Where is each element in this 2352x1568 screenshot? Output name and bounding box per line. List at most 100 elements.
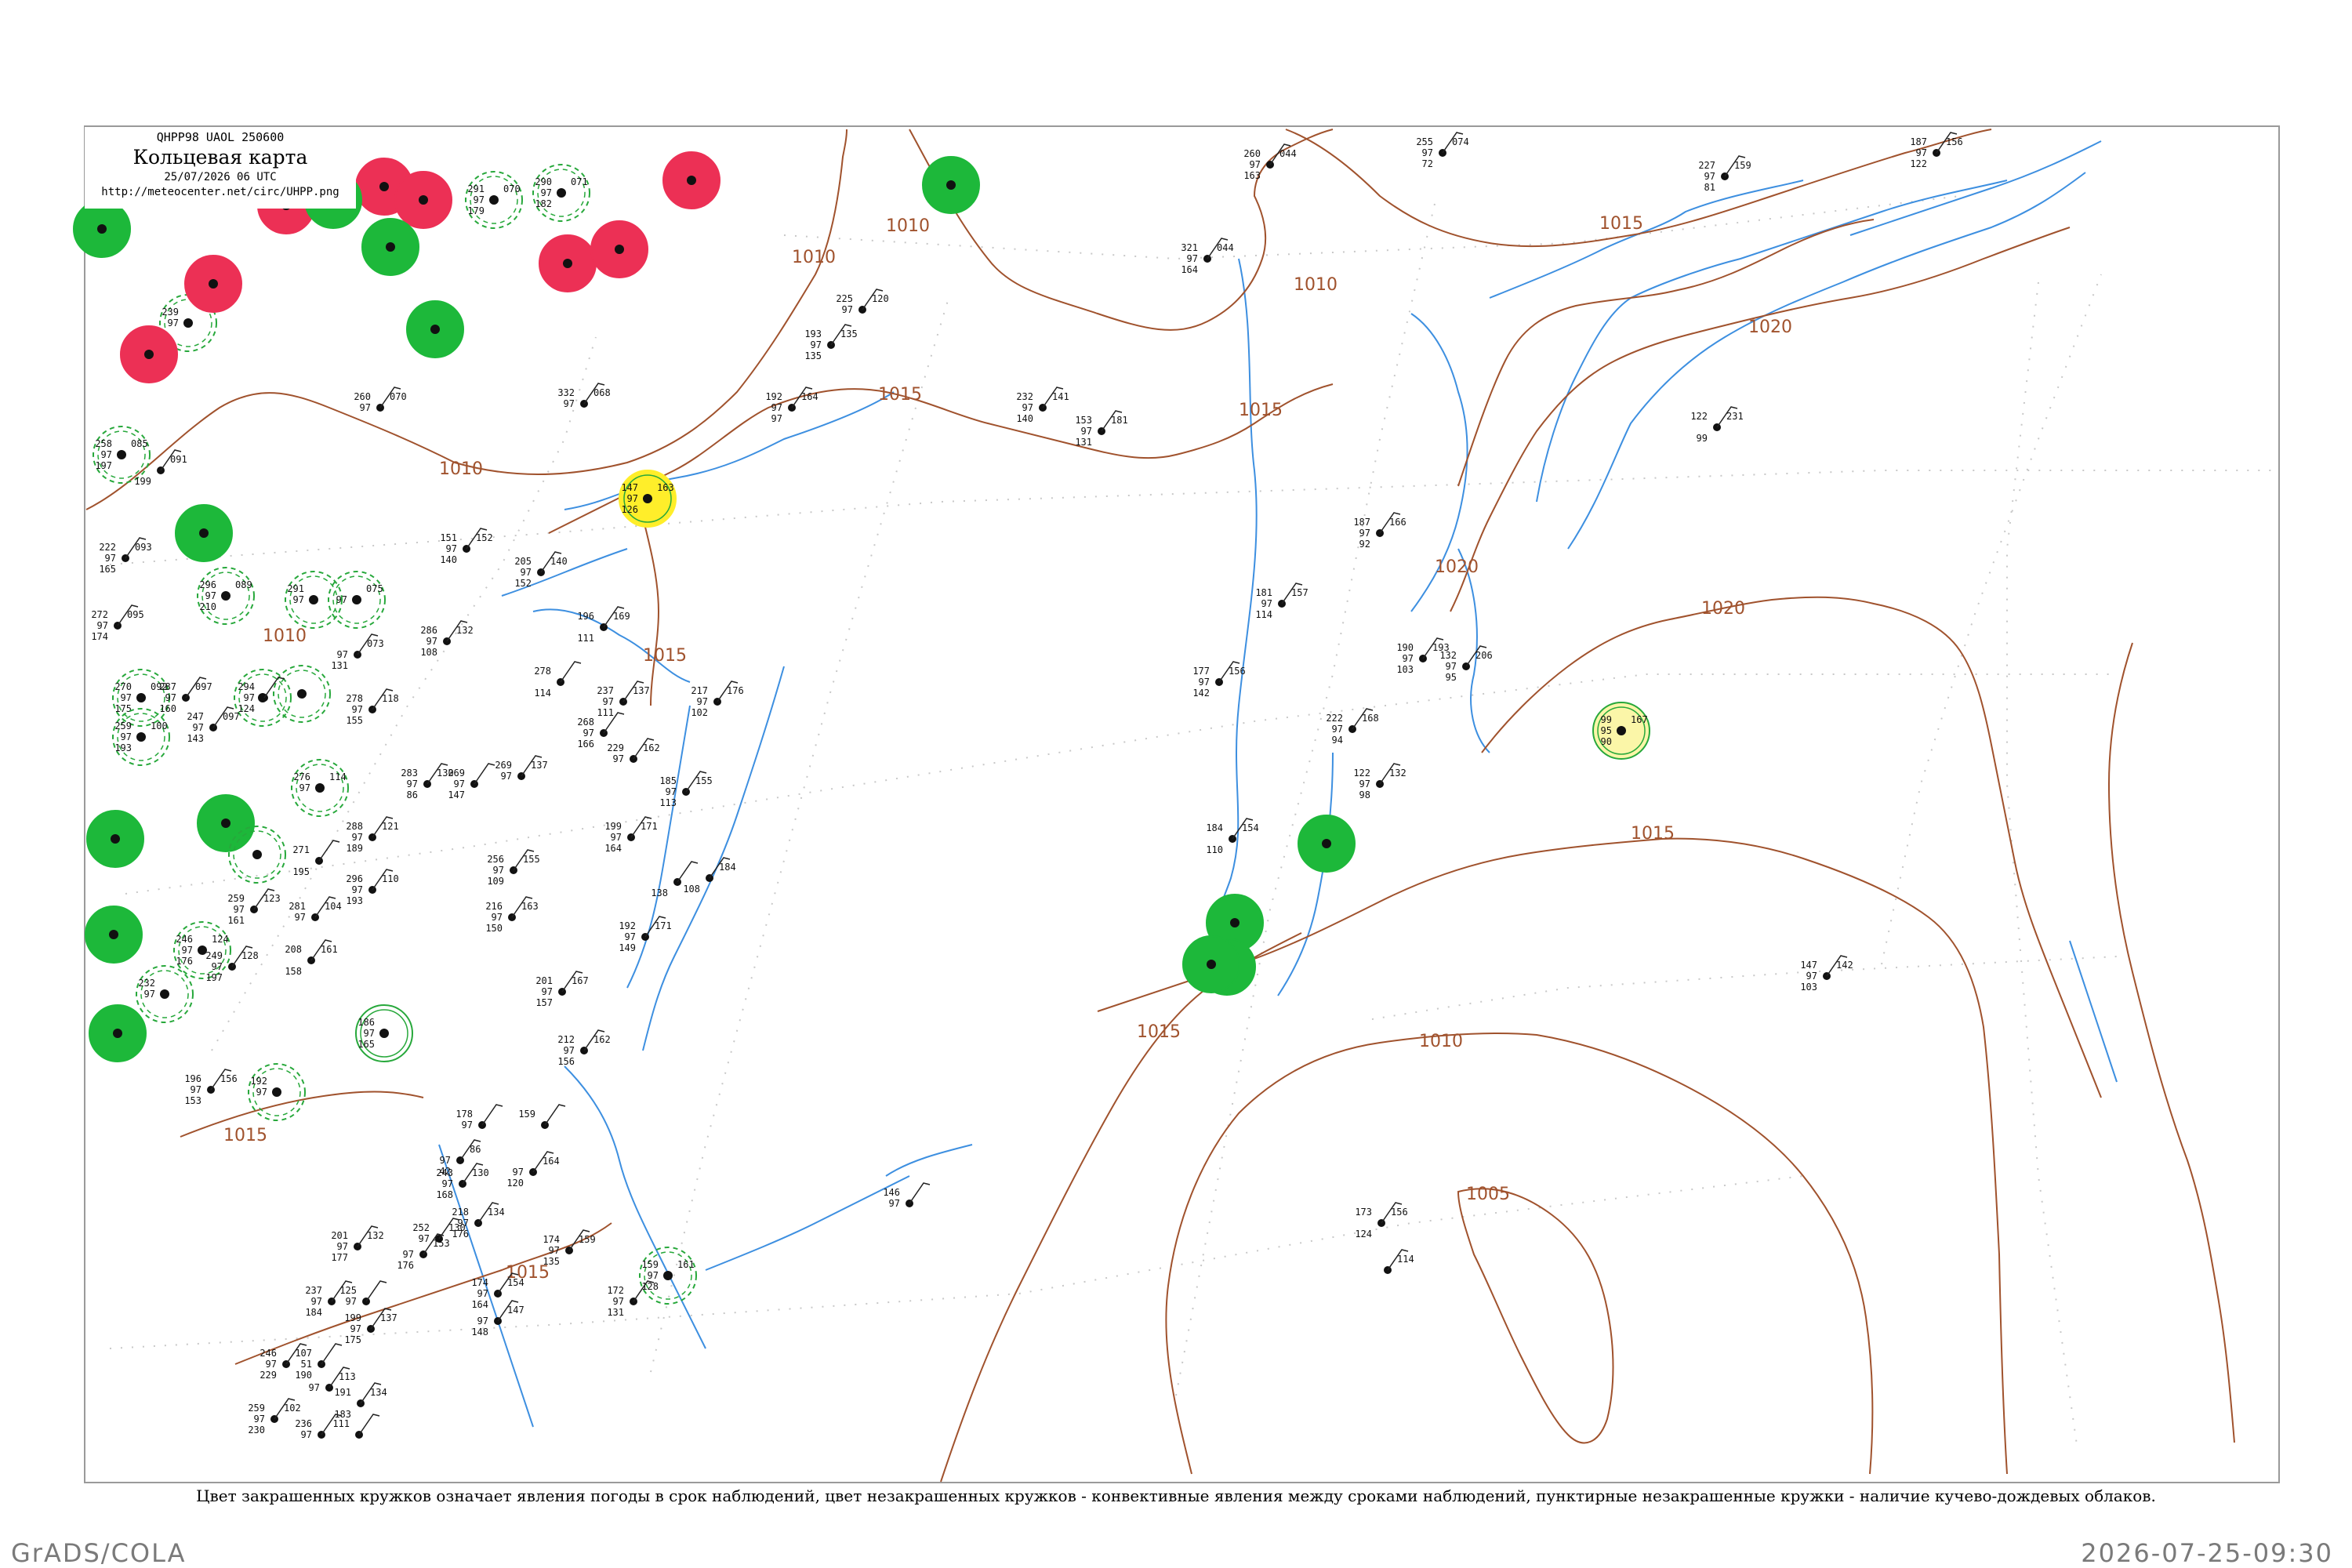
station-plot: 278 114 (534, 661, 582, 699)
station-plot: 18697165 (355, 1004, 413, 1062)
station-value: 97 (611, 832, 622, 843)
station-plot (120, 325, 178, 383)
station-value: 97 (771, 402, 782, 413)
isobar-label: 1020 (1435, 557, 1479, 577)
station-value: 156 (557, 1056, 575, 1067)
station-value: 260 (1243, 148, 1261, 159)
station-value: 283 (401, 768, 418, 779)
bulletin-code: QHPP98 UAOL 250600 (156, 130, 285, 144)
station-value: 281 (289, 901, 306, 912)
station-value: 165 (358, 1039, 375, 1050)
station-value: 259 (114, 720, 132, 731)
station-value: 97 (1359, 528, 1370, 539)
station-value: 135 (804, 350, 822, 361)
cloud-cover-icon (111, 834, 120, 844)
station-value: 156 (1229, 666, 1246, 677)
station-value: 091 (170, 454, 187, 465)
cloud-cover-icon (489, 195, 499, 205)
station-value: 161 (321, 944, 338, 955)
station-value: 142 (1192, 688, 1210, 699)
station-plot: 25997230 102 (248, 1398, 301, 1436)
station-value: 196 (577, 611, 594, 622)
cloud-cover-icon (557, 188, 566, 198)
station-value: 97 (212, 961, 223, 972)
station-value: 97 (101, 449, 112, 460)
station-value: 167 (572, 975, 589, 986)
station-plot: 27897155 118 (346, 688, 399, 726)
isobar-1020-north (1457, 219, 1875, 487)
station-value: 143 (187, 733, 204, 744)
isobar-label: 1020 (1701, 599, 1745, 619)
station-plot: 26097 070 (354, 387, 407, 413)
station-value: 108 (683, 884, 700, 895)
station-value: 185 (659, 775, 677, 786)
station-plot (394, 171, 452, 229)
station-plot: 15997128161 (639, 1247, 697, 1305)
station-value: 174 (471, 1277, 488, 1288)
station-value: 237 (597, 685, 614, 696)
station-value: 212 (557, 1034, 575, 1045)
station-plot: 26997 137 (495, 755, 548, 782)
station-plot: 2279781 159 (1698, 155, 1751, 193)
station-value: 246 (260, 1348, 277, 1359)
station-value: 216 (485, 901, 503, 912)
station-value: 247 (187, 711, 204, 722)
station-value: 097 (195, 681, 212, 692)
station-value: 102 (284, 1403, 301, 1414)
station-plot (361, 218, 419, 276)
station-plot (85, 906, 143, 964)
station-value: 132 (1439, 650, 1457, 661)
station-value: 218 (452, 1207, 469, 1218)
station-value: 156 (220, 1073, 238, 1084)
station-value: 99 (1697, 433, 1708, 444)
station-value: 093 (135, 542, 152, 553)
station-value: 269 (495, 760, 512, 771)
legend-caption: Цвет закрашенных кружков означает явлени… (196, 1486, 2156, 1505)
station-value: 94 (1332, 735, 1343, 746)
isobar-labels: 1010 1010 1010 1010 1015 1015 1015 1015 … (223, 214, 1792, 1283)
station-value: 181 (1111, 415, 1128, 426)
station-value: 120 (506, 1178, 524, 1189)
station-value: 095 (127, 609, 144, 620)
station-plot: 24797143 097 (187, 706, 240, 744)
station-value: 175 (114, 703, 132, 714)
station-plot: 29197179 070 (465, 171, 523, 229)
station-value: 296 (346, 873, 363, 884)
station-value: 321 (1181, 242, 1198, 253)
station-value: 286 (420, 625, 437, 636)
station-value: 097 (223, 711, 240, 722)
footer-timestamp: 2026-07-25-09:30 (2081, 1538, 2333, 1568)
station-value: 184 (719, 862, 736, 873)
cloud-cover-icon (430, 325, 440, 334)
station-plot: 29197 (285, 571, 343, 629)
station-value: 270 (114, 681, 132, 692)
wind-barb-icon (321, 1343, 343, 1365)
station-value: 109 (487, 876, 504, 887)
cloud-cover-icon (97, 224, 107, 234)
station-value: 137 (531, 760, 548, 771)
station-value: 134 (370, 1387, 387, 1398)
station-value: 97 (1187, 253, 1198, 264)
station-value: 124 (238, 703, 255, 714)
station-plot (175, 504, 233, 562)
station-value: 258 (95, 438, 112, 449)
station-plot: 111 (332, 1414, 380, 1439)
station-value: 114 (1397, 1254, 1414, 1265)
station-plot: 20597152 140 (514, 551, 568, 589)
station-value: 110 (382, 873, 399, 884)
station-value: 134 (488, 1207, 505, 1218)
station-plot: 19997164 171 (604, 816, 658, 854)
station-plot (406, 300, 464, 358)
station-plot: 159 (518, 1104, 566, 1129)
station-value: 151 (440, 532, 457, 543)
station-plot: 29697210 089 (197, 567, 255, 625)
station-value: 97 (244, 692, 255, 703)
station-value: 159 (1734, 160, 1751, 171)
station-value: 272 (91, 609, 108, 620)
station-value: 97 (256, 1087, 267, 1098)
station-value: 164 (543, 1156, 560, 1167)
station-value: 86 (407, 789, 418, 800)
cloud-cover-icon (199, 528, 209, 538)
station-value: 168 (1362, 713, 1379, 724)
station-value: 181 (1255, 587, 1272, 598)
